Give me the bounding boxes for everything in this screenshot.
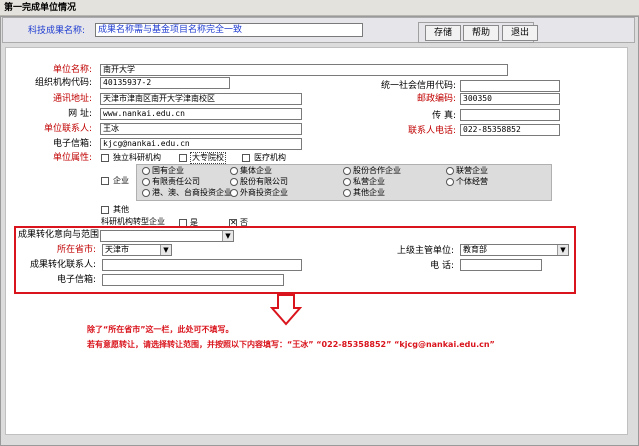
radio-hk-macau-taiwan-label: 港、澳、台商投资企业 <box>152 188 232 197</box>
radio-joint-stock-limited[interactable] <box>230 178 238 186</box>
university-option-label: 大专院校 <box>190 152 226 164</box>
phone-label: 联系人电话: <box>407 126 456 136</box>
org-code-field[interactable]: 40135937-2 <box>100 77 230 89</box>
email-field[interactable]: kjcg@nankai.edu.cn <box>100 138 302 150</box>
province-label: 所在省市: <box>56 245 96 255</box>
transfer-contact-field[interactable] <box>102 259 302 271</box>
radio-state-owned[interactable] <box>142 167 150 175</box>
transfer-contact-label: 成果转化联系人: <box>29 260 96 270</box>
radio-private-label: 私营企业 <box>353 177 385 186</box>
credit-code-field[interactable] <box>460 80 560 92</box>
other-checkbox[interactable] <box>101 206 109 214</box>
unit-name-label: 单位名称: <box>52 65 92 75</box>
project-name-label: 科技成果名称: <box>28 26 86 36</box>
transfer-phone-label: 电 话: <box>430 261 454 271</box>
phone-field[interactable]: 022-85358852 <box>460 124 560 136</box>
radio-private[interactable] <box>343 178 351 186</box>
research-checkbox[interactable] <box>101 154 109 162</box>
window-title: 第一完成单位情况 <box>0 0 639 16</box>
province-value: 天津市 <box>105 245 129 254</box>
exit-button[interactable]: 退出 <box>502 25 538 41</box>
chevron-down-icon: ▼ <box>222 231 233 241</box>
radio-hk-macau-taiwan[interactable] <box>142 189 150 197</box>
authority-value: 教育部 <box>463 245 487 254</box>
radio-other-enterprise-label: 其他企业 <box>353 188 385 197</box>
project-name-field[interactable]: 成果名称需与基金项目名称完全一致 <box>95 23 363 37</box>
org-code-label: 组织机构代码: <box>34 78 92 88</box>
website-label: 网 址: <box>68 109 92 119</box>
save-button[interactable]: 存储 <box>425 25 461 41</box>
enterprise-option-label: 企业 <box>113 176 129 185</box>
transfer-intent-select[interactable]: ▼ <box>100 230 234 242</box>
radio-joint-stock-limited-label: 股份有限公司 <box>240 177 288 186</box>
unit-name-field[interactable]: 南开大学 <box>100 64 508 76</box>
radio-collective-label: 集体企业 <box>240 166 272 175</box>
medical-checkbox[interactable] <box>242 154 250 162</box>
fax-field[interactable] <box>460 109 560 121</box>
postcode-field[interactable]: 300350 <box>460 93 560 105</box>
radio-individual-label: 个体经营 <box>456 177 488 186</box>
transfer-email-label: 电子信箱: <box>56 275 96 285</box>
email-label: 电子信箱: <box>52 139 92 149</box>
attribute-label: 单位属性: <box>52 153 92 163</box>
radio-joint-stock-coop-label: 股份合作企业 <box>353 166 401 175</box>
radio-joint-stock-coop[interactable] <box>343 167 351 175</box>
medical-option-label: 医疗机构 <box>254 153 286 162</box>
note-line-2: 若有意愿转让，请选择转让范围，并按照以下内容填写：“王冰” “022-85358… <box>87 340 495 349</box>
radio-collective[interactable] <box>230 167 238 175</box>
help-button[interactable]: 帮助 <box>463 25 499 41</box>
postcode-label: 邮政编码: <box>416 94 456 104</box>
radio-foreign-label: 外商投资企业 <box>240 188 288 197</box>
radio-individual[interactable] <box>446 178 454 186</box>
radio-other-enterprise[interactable] <box>343 189 351 197</box>
province-select[interactable]: 天津市 ▼ <box>102 244 172 256</box>
contact-label: 单位联系人: <box>43 124 92 134</box>
address-field[interactable]: 天津市津南区南开大学津南校区 <box>100 93 302 105</box>
authority-label: 上级主管单位: <box>396 246 454 256</box>
authority-select[interactable]: 教育部 ▼ <box>460 244 569 256</box>
chevron-down-icon: ▼ <box>557 245 568 255</box>
radio-joint-venture-label: 联营企业 <box>456 166 488 175</box>
transfer-email-field[interactable] <box>102 274 284 286</box>
note-line-1: 除了“所在省市”这一栏，此处可不填写。 <box>87 325 234 334</box>
radio-joint-venture[interactable] <box>446 167 454 175</box>
address-label: 通讯地址: <box>52 94 92 104</box>
arrow-down-icon <box>270 294 302 326</box>
research-option-label: 独立科研机构 <box>113 153 161 162</box>
transfer-phone-field[interactable] <box>460 259 542 271</box>
university-checkbox[interactable] <box>179 154 187 162</box>
website-field[interactable]: www.nankai.edu.cn <box>100 108 302 120</box>
contact-field[interactable]: 王冰 <box>100 123 302 135</box>
transfer-intent-label: 成果转化意向与范围: <box>18 230 103 240</box>
chevron-down-icon: ▼ <box>160 245 171 255</box>
radio-foreign[interactable] <box>230 189 238 197</box>
enterprise-checkbox[interactable] <box>101 177 109 185</box>
fax-label: 传 真: <box>432 111 456 121</box>
radio-limited-liability[interactable] <box>142 178 150 186</box>
radio-limited-liability-label: 有限责任公司 <box>152 177 200 186</box>
other-option-label: 其他 <box>113 205 129 214</box>
radio-state-owned-label: 国有企业 <box>152 166 184 175</box>
credit-code-label: 统一社会信用代码: <box>380 81 456 91</box>
